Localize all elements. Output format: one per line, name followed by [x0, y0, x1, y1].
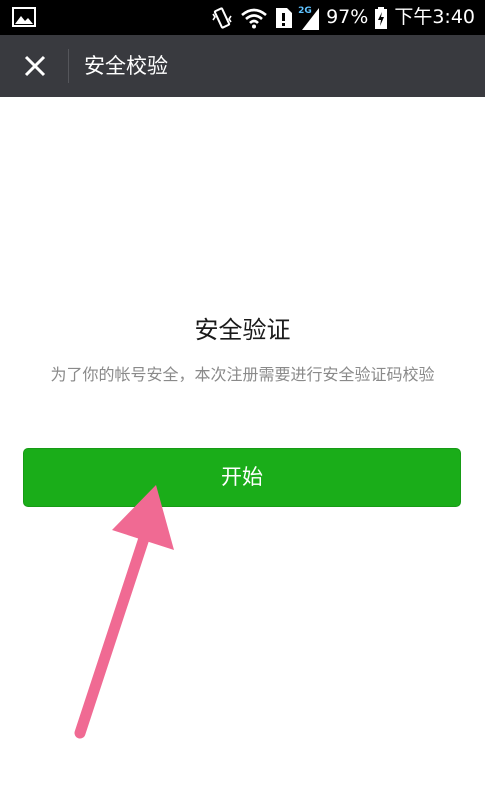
- close-icon: [24, 55, 46, 77]
- clock: 下午3:40: [394, 6, 475, 28]
- page-title: 安全校验: [84, 54, 168, 78]
- close-button[interactable]: [8, 43, 62, 89]
- status-bar: 2G 97% 下午3:40: [0, 0, 485, 35]
- battery-charging-icon: [374, 6, 388, 30]
- gallery-icon: [12, 7, 36, 27]
- verification-heading: 安全验证: [194, 316, 291, 344]
- title-divider: [68, 49, 69, 83]
- signal-icon: 2G: [298, 5, 320, 31]
- network-type-label: 2G: [298, 5, 312, 16]
- screen: 2G 97% 下午3:40 安全校验 安全验证 为了你的帐号安全，本次注册需要进…: [0, 0, 485, 798]
- battery-percent: 97%: [326, 6, 369, 28]
- wifi-icon: [240, 7, 268, 29]
- vibrate-icon: [210, 6, 234, 30]
- sim-icon: [274, 6, 294, 30]
- verification-description: 为了你的帐号安全，本次注册需要进行安全验证码校验: [50, 365, 435, 384]
- main-content: 安全验证 为了你的帐号安全，本次注册需要进行安全验证码校验 开始: [0, 97, 485, 798]
- status-indicators: 2G 97% 下午3:40: [210, 0, 475, 35]
- start-button[interactable]: 开始: [23, 448, 461, 507]
- title-bar: 安全校验: [0, 35, 485, 97]
